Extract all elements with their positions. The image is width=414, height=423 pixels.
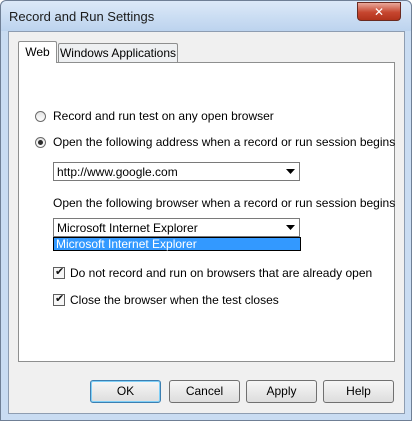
dialog-window: Record and Run Settings ✕ Web Windows Ap… [0, 0, 412, 421]
check-icon: ✔ [55, 265, 65, 278]
tab-web[interactable]: Web [18, 41, 57, 63]
chevron-down-icon[interactable] [283, 164, 298, 179]
no-record-open-checkbox[interactable]: ✔ [53, 265, 65, 279]
any-browser-label[interactable]: Record and run test on any open browser [53, 109, 274, 123]
close-browser-checkbox[interactable]: ✔ [53, 292, 65, 306]
close-browser-label[interactable]: Close the browser when the test closes [70, 293, 279, 307]
ok-button[interactable]: OK [90, 380, 161, 403]
window-title: Record and Run Settings [9, 9, 155, 24]
chevron-down-icon[interactable] [283, 220, 298, 235]
browser-dropdown-list: Microsoft Internet Explorer [53, 237, 301, 251]
open-address-radio[interactable] [35, 137, 46, 148]
address-combo[interactable]: http://www.google.com [53, 162, 300, 181]
tab-windows-applications[interactable]: Windows Applications [58, 43, 178, 63]
browser-label: Open the following browser when a record… [53, 196, 396, 210]
help-button[interactable]: Help [323, 380, 394, 403]
browser-combo[interactable]: Microsoft Internet Explorer [53, 218, 300, 237]
cancel-button[interactable]: Cancel [169, 380, 240, 403]
web-tab-panel: Record and run test on any open browser … [18, 62, 395, 362]
browser-option-ie[interactable]: Microsoft Internet Explorer [54, 238, 300, 250]
address-value: http://www.google.com [57, 165, 178, 179]
close-icon: ✕ [373, 4, 385, 19]
no-record-open-label[interactable]: Do not record and run on browsers that a… [70, 266, 372, 280]
apply-button[interactable]: Apply [246, 380, 317, 403]
check-icon: ✔ [55, 292, 65, 305]
any-browser-radio[interactable] [35, 111, 46, 122]
open-address-label[interactable]: Open the following address when a record… [53, 135, 395, 149]
browser-value: Microsoft Internet Explorer [57, 221, 198, 235]
title-bar[interactable]: Record and Run Settings ✕ [1, 1, 411, 31]
close-button[interactable]: ✕ [357, 2, 401, 21]
dialog-client-area: Web Windows Applications Record and run … [8, 31, 405, 414]
